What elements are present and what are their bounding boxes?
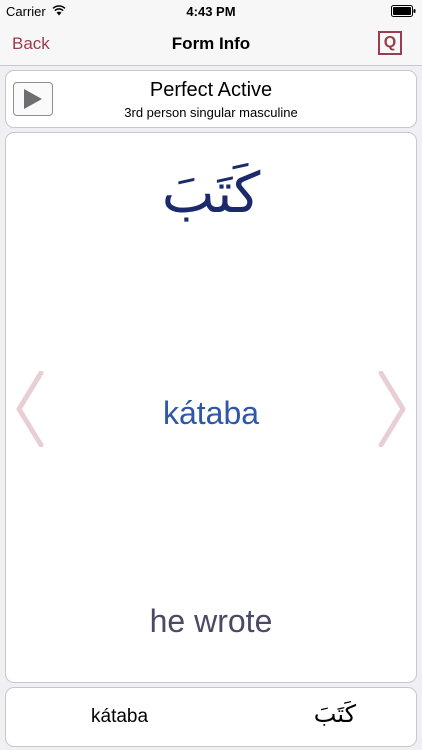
form-subtitle: 3rd person singular masculine — [124, 105, 298, 120]
status-bar: Carrier 4:43 PM — [0, 0, 422, 22]
form-header-card: Perfect Active 3rd person singular mascu… — [5, 70, 417, 128]
bottom-summary-bar: kátaba كَتَبَ — [5, 687, 417, 747]
navigation-bar: Back Form Info Q — [0, 22, 422, 66]
chevron-right-icon[interactable] — [377, 371, 407, 447]
word-card: كَتَبَ kátaba he wrote — [5, 132, 417, 683]
arabic-word: كَتَبَ — [161, 161, 261, 226]
quiz-button[interactable]: Q — [378, 31, 402, 55]
page-title: Form Info — [171, 34, 251, 53]
transliteration: kátaba — [162, 395, 260, 431]
battery-icon — [391, 5, 416, 17]
status-time: 4:43 PM — [186, 4, 236, 19]
bottom-arabic-word: كَتَبَ — [313, 700, 356, 728]
screen: Carrier 4:43 PM Back Form Info Q Perfect… — [0, 0, 422, 750]
form-title: Perfect Active — [149, 79, 273, 101]
translation: he wrote — [149, 603, 273, 639]
bottom-transliteration: kátaba — [91, 706, 149, 727]
